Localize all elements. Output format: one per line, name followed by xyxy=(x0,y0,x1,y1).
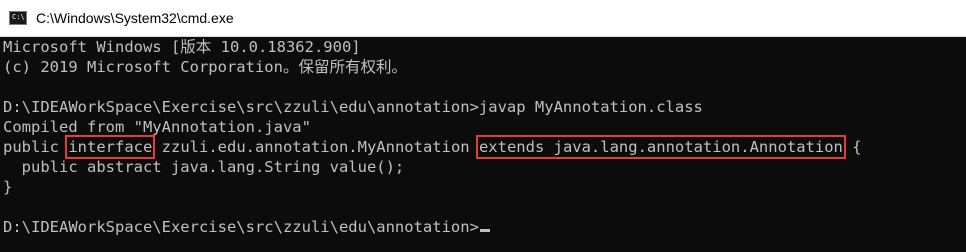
cmd-icon: C:\ xyxy=(9,11,27,25)
window-title: C:\Windows\System32\cmd.exe xyxy=(36,10,234,26)
prompt-line: D:\IDEAWorkSpace\Exercise\src\zzuli\edu\… xyxy=(3,217,966,237)
text-cursor xyxy=(479,229,490,232)
banner-line-1: Microsoft Windows [版本 10.0.18362.900] xyxy=(3,38,361,56)
keyword-public: public xyxy=(3,138,69,156)
compiled-from-line: Compiled from "MyAnnotation.java" xyxy=(3,118,311,136)
member-line: public abstract java.lang.String value()… xyxy=(3,158,405,176)
banner-line-2: (c) 2019 Microsoft Corporation。保留所有权利。 xyxy=(3,58,407,76)
console-output[interactable]: Microsoft Windows [版本 10.0.18362.900] (c… xyxy=(0,37,966,252)
open-brace: { xyxy=(842,138,862,156)
close-brace-line: } xyxy=(3,178,13,196)
command-line: D:\IDEAWorkSpace\Exercise\src\zzuli\edu\… xyxy=(3,98,703,116)
extends-clause-highlight: extends java.lang.annotation.Annotation xyxy=(475,135,846,159)
title-bar[interactable]: C:\ C:\Windows\System32\cmd.exe xyxy=(0,0,966,37)
cmd-window: C:\ C:\Windows\System32\cmd.exe Microsof… xyxy=(0,0,966,252)
interface-name: zzuli.edu.annotation.MyAnnotation xyxy=(152,138,479,156)
prompt-text: D:\IDEAWorkSpace\Exercise\src\zzuli\edu\… xyxy=(3,218,479,236)
keyword-interface-highlight: interface xyxy=(65,135,156,159)
cmd-icon-glyph: C:\ xyxy=(12,13,25,21)
declaration-line: public interface zzuli.edu.annotation.My… xyxy=(3,135,966,159)
